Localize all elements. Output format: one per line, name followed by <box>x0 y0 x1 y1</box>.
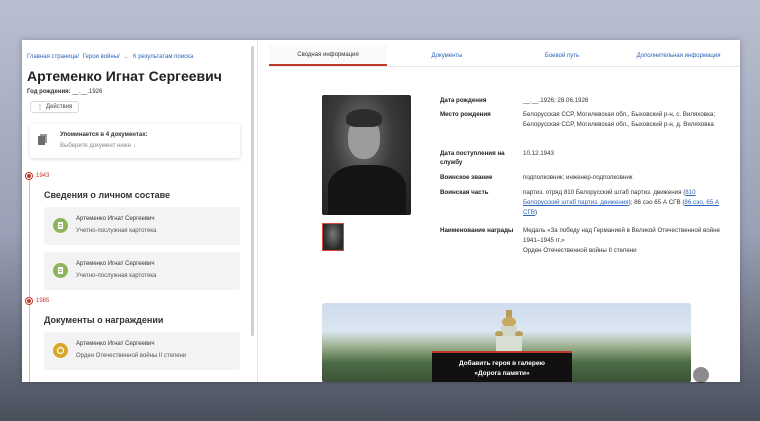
record-type: Орден Отечественной войны II степени <box>76 353 187 359</box>
birth-year-value: __.__.1926 <box>72 89 103 95</box>
birth-date-label: Дата рождения <box>440 97 487 104</box>
record-card[interactable]: Артеменко Игнат Сергеевич Учетно-послужн… <box>44 207 240 245</box>
birth-date-value: __.__.1926; 28.06.1926 <box>523 97 589 104</box>
gallery-line-1: Добавить героя в галерею <box>459 360 545 367</box>
tab-bar: Сводная информация Документы Боевой путь… <box>269 45 740 67</box>
timeline-year-label: 1943 <box>36 173 50 179</box>
mentions-subtitle: Выберите документ ниже ↓ <box>60 143 136 149</box>
unit-value: партиз. отряд 810 Белорусский штаб парти… <box>523 188 723 218</box>
breadcrumb-heroes[interactable]: Герои войны/ <box>83 54 120 60</box>
photo-hair <box>346 109 382 127</box>
timeline-line <box>29 178 30 382</box>
birth-place-value: Белорусская ССР, Могилевская обл., Быхов… <box>523 111 716 128</box>
unit-label: Воинская часть <box>440 189 489 196</box>
mentions-title: Упоминается в 4 документах: <box>60 132 148 138</box>
birth-year: Год рождения: __.__.1926 <box>27 89 102 95</box>
tab-combat-path[interactable]: Боевой путь <box>507 45 617 66</box>
photo-uniform <box>328 165 406 215</box>
back-arrow-icon[interactable]: ← <box>123 54 129 60</box>
portrait-thumbnail[interactable] <box>322 223 344 251</box>
add-to-gallery-button[interactable]: Добавить героя в галерею «Дорога памяти» <box>432 351 572 382</box>
unit-text: ); 86 сэо 65 А СГВ ( <box>628 199 685 206</box>
unit-text: партиз. отряд 810 Белорусский штаб парти… <box>523 189 686 196</box>
mentions-card: Упоминается в 4 документах: Выберите док… <box>30 124 240 158</box>
service-date-label: Дата поступления на службу <box>440 150 505 166</box>
timeline-year-1943: 1943 <box>26 173 49 179</box>
more-vertical-icon: ⋮ <box>37 104 43 111</box>
person-name: Артеменко Игнат Сергеевич <box>27 68 222 84</box>
back-to-results-link[interactable]: К результатам поиска <box>133 54 193 60</box>
actions-label: Действия <box>46 104 73 110</box>
service-date-value: 10.12.1943 <box>523 150 554 157</box>
portrait-photo[interactable] <box>322 95 411 215</box>
timeline-year-label: 1985 <box>36 298 50 304</box>
rank-label: Воинское звание <box>440 174 493 181</box>
award-order: Орден Отечественной войны II степени <box>523 247 637 254</box>
breadcrumb-home[interactable]: Главная страница/ <box>27 54 79 60</box>
left-panel: Главная страница/ Герои войны/ ← К резул… <box>22 40 258 382</box>
record-type: Учетно-послужная картотека <box>76 228 157 234</box>
tab-additional-info[interactable]: Дополнительная информация <box>617 45 740 66</box>
memory-road-banner: Добавить героя в галерею «Дорога памяти» <box>322 303 691 382</box>
record-name: Артеменко Игнат Сергеевич <box>76 261 155 267</box>
tab-summary[interactable]: Сводная информация <box>269 45 387 66</box>
birth-year-label: Год рождения: <box>27 89 71 95</box>
awards-value: Медаль «За победу над Германией в Велико… <box>523 226 723 256</box>
record-card[interactable]: Артеменко Игнат Сергеевич Орден Отечеств… <box>44 332 240 370</box>
video-overlay-icon <box>693 367 709 383</box>
section-awards: Документы о награждении <box>44 315 164 325</box>
actions-button[interactable]: ⋮ Действия <box>30 101 80 113</box>
timeline-dot-icon <box>26 298 32 304</box>
personnel-record-icon <box>53 218 68 233</box>
documents-icon <box>38 134 47 145</box>
record-name: Артеменко Игнат Сергеевич <box>76 216 155 222</box>
rank-value: подполковник; инженер-подполковник <box>523 174 633 181</box>
unit-text: ) <box>534 209 538 216</box>
timeline-year-1985: 1985 <box>26 298 49 304</box>
gallery-line-2: «Дорога памяти» <box>474 370 530 377</box>
record-type: Учетно-послужная картотека <box>76 273 157 279</box>
browser-page: Главная страница/ Герои войны/ ← К резул… <box>22 40 740 382</box>
medal-icon <box>53 343 68 358</box>
awards-label: Наименование награды <box>440 227 514 234</box>
record-card[interactable]: Артеменко Игнат Сергеевич Учетно-послужн… <box>44 252 240 290</box>
right-panel: Сводная информация Документы Боевой путь… <box>259 40 740 382</box>
left-scrollbar[interactable] <box>251 46 254 336</box>
award-medal: Медаль «За победу над Германией в Велико… <box>523 227 720 244</box>
birth-place-label: Место рождения <box>440 111 491 118</box>
personnel-record-icon <box>53 263 68 278</box>
breadcrumb: Главная страница/ Герои войны/ ← К резул… <box>27 54 195 60</box>
timeline-dot-icon <box>26 173 32 179</box>
record-name: Артеменко Игнат Сергеевич <box>76 341 155 347</box>
tab-documents[interactable]: Документы <box>387 45 507 66</box>
section-personnel: Сведения о личном составе <box>44 190 171 200</box>
